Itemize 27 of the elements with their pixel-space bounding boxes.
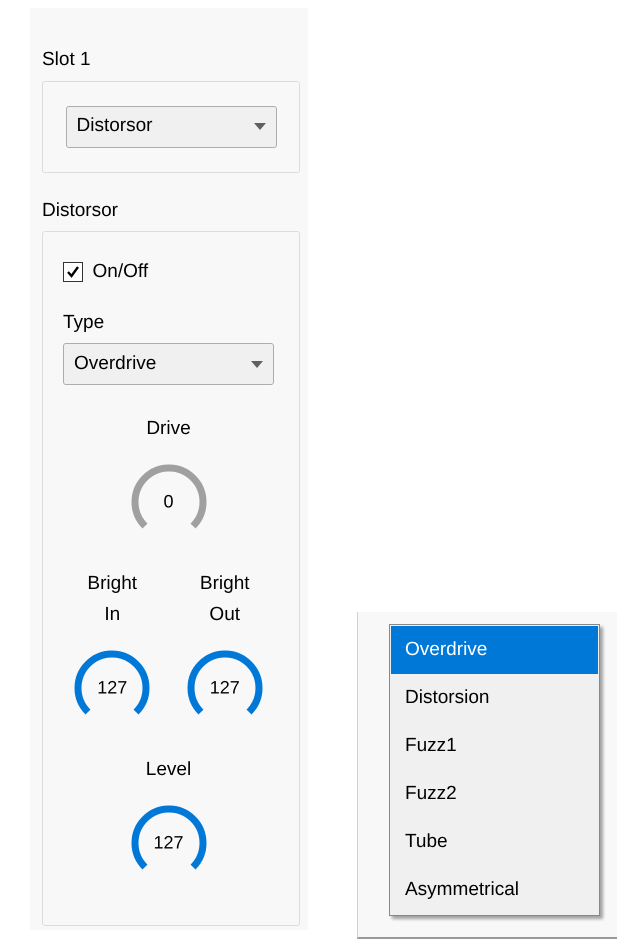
menu-item[interactable]: Tube	[391, 818, 598, 866]
knob-label: Level	[146, 758, 192, 782]
knob-value: 127	[210, 676, 240, 700]
group-title: Distorsor	[42, 198, 120, 222]
checkbox[interactable]	[63, 262, 83, 282]
dial-knob[interactable]: 127	[128, 803, 208, 883]
caret-icon	[251, 360, 263, 368]
group-title: Slot 1	[42, 48, 92, 72]
dial-knob[interactable]: 0	[128, 462, 208, 542]
dropdown-combo[interactable]: Overdrive	[63, 343, 274, 385]
menu-item[interactable]: Distorsion	[391, 674, 598, 722]
menu-item[interactable]: Fuzz1	[391, 722, 598, 770]
knob-value: 127	[153, 832, 184, 854]
dropdown-combo[interactable]: Distorsor	[66, 106, 276, 148]
field-label: Type	[63, 310, 106, 334]
knob-label: Bright Out	[200, 572, 250, 627]
checkbox-label: On/Off	[92, 260, 148, 284]
knob-label: Bright In	[87, 572, 138, 627]
knob-value: 0	[164, 490, 174, 514]
menu-item[interactable]: Overdrive	[391, 626, 598, 674]
knob-value: 127	[97, 676, 128, 700]
dial-knob[interactable]: 127	[184, 648, 265, 728]
menu-item[interactable]: Asymmetrical	[391, 866, 598, 914]
caret-icon	[254, 123, 266, 130]
knob-label: Drive	[146, 417, 191, 441]
dial-knob[interactable]: 127	[72, 648, 152, 728]
menu-item[interactable]: Fuzz2	[391, 770, 598, 818]
